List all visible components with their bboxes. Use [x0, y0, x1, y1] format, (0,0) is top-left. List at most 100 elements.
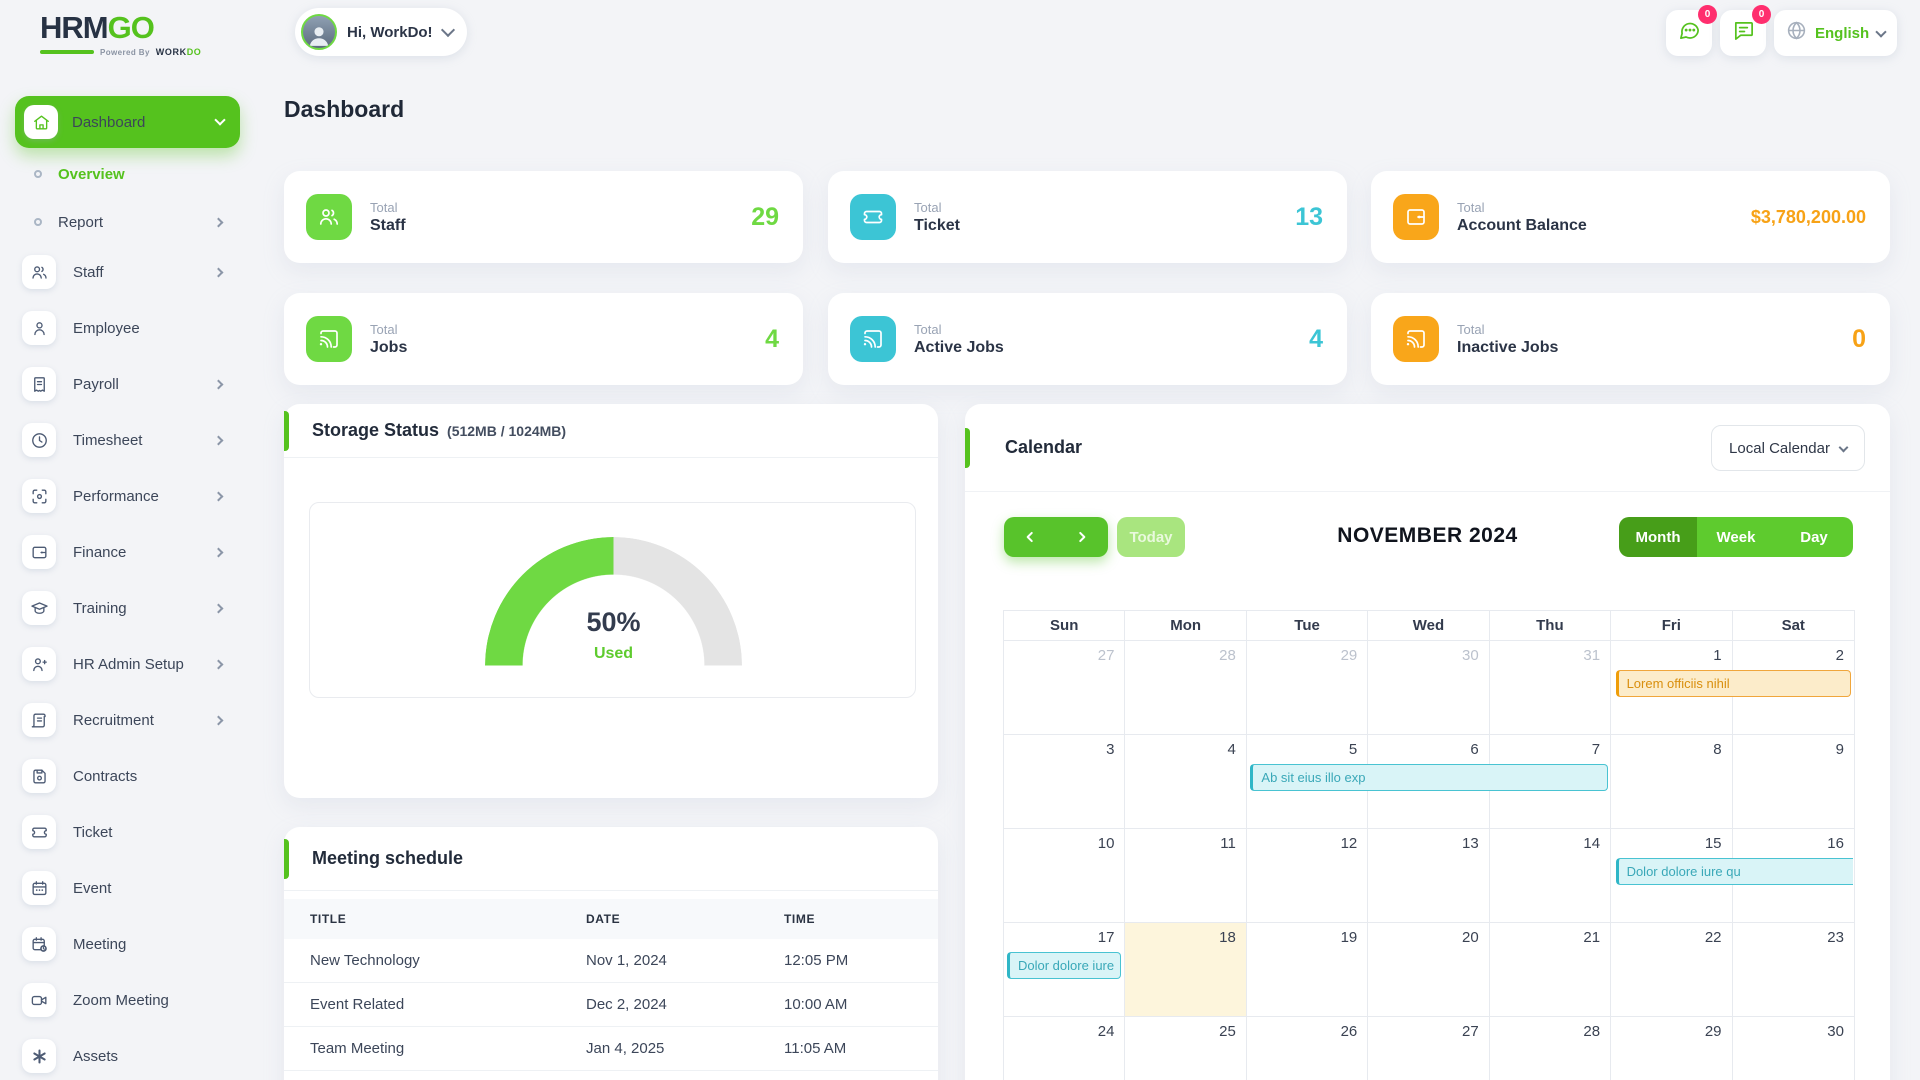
- stat-card-prefix: Total: [370, 200, 406, 215]
- calendar-day-cell[interactable]: 25: [1125, 1017, 1246, 1080]
- sidebar-item-overview[interactable]: Overview: [0, 164, 250, 184]
- sidebar-item-training[interactable]: Training: [0, 591, 250, 625]
- calendar-day-cell[interactable]: 11: [1125, 829, 1246, 923]
- stat-card-text: TotalStaff: [370, 200, 406, 235]
- meeting-title: Meeting schedule: [312, 848, 463, 869]
- stat-card-text: TotalJobs: [370, 322, 407, 357]
- calendar-day-cell[interactable]: 12: [1247, 829, 1368, 923]
- calendar-grid: SunMonTueWedThuFriSat2728293031123456789…: [1003, 610, 1855, 1080]
- zoom-meeting-icon: [22, 983, 56, 1017]
- stat-card-label: Account Balance: [1457, 217, 1587, 235]
- chevron-right-icon: [214, 491, 224, 501]
- sidebar-item-label: Performance: [73, 488, 159, 505]
- calendar-title: Calendar: [1005, 437, 1082, 458]
- sidebar-item-finance[interactable]: Finance: [0, 535, 250, 569]
- recruitment-icon: [22, 703, 56, 737]
- sidebar-item-label: Assets: [73, 1048, 118, 1065]
- meeting-date-cell: Jan 4, 2025: [586, 1040, 784, 1057]
- view-button-week[interactable]: Week: [1697, 517, 1775, 557]
- sidebar-item-hr-admin-setup[interactable]: HR Admin Setup: [0, 647, 250, 681]
- calendar-day-cell[interactable]: 28: [1125, 641, 1246, 735]
- calendar-day-cell[interactable]: 19: [1247, 923, 1368, 1017]
- sidebar-item-assets[interactable]: Assets: [0, 1039, 250, 1073]
- chevron-right-icon: [214, 715, 224, 725]
- sidebar-item-employee[interactable]: Employee: [0, 311, 250, 345]
- calendar-day-cell[interactable]: 29: [1611, 1017, 1732, 1080]
- payroll-icon: [22, 367, 56, 401]
- calendar-day-cell[interactable]: 30: [1368, 641, 1489, 735]
- calendar-day-cell[interactable]: 29: [1247, 641, 1368, 735]
- meeting-table-header: TITLEDATETIME: [284, 899, 938, 939]
- greeting-label: Hi, WorkDo!: [347, 24, 433, 41]
- calendar-event[interactable]: Lorem officiis nihil: [1616, 670, 1851, 697]
- messenger-button[interactable]: 0: [1666, 10, 1712, 56]
- training-icon: [22, 591, 56, 625]
- calendar-day-cell[interactable]: 26: [1247, 1017, 1368, 1080]
- language-selector[interactable]: English: [1774, 10, 1897, 56]
- chevron-down-icon: [1839, 442, 1849, 452]
- view-button-day[interactable]: Day: [1775, 517, 1853, 557]
- stat-card-value: 4: [1309, 325, 1323, 354]
- sidebar-item-contracts[interactable]: Contracts: [0, 759, 250, 793]
- sidebar-item-label: Staff: [73, 264, 104, 281]
- calendar-event[interactable]: Dolor dolore iure qu: [1616, 858, 1853, 885]
- sidebar-item-payroll[interactable]: Payroll: [0, 367, 250, 401]
- calendar-day-cell[interactable]: 10: [1004, 829, 1125, 923]
- calendar-day-cell[interactable]: 3: [1004, 735, 1125, 829]
- calendar-day-cell[interactable]: 31: [1490, 641, 1611, 735]
- chevron-right-icon: [214, 379, 224, 389]
- sidebar-item-dashboard[interactable]: Dashboard: [15, 96, 240, 148]
- user-menu[interactable]: Hi, WorkDo!: [295, 8, 467, 56]
- sidebar-item-label: Meeting: [73, 936, 126, 953]
- sidebar-item-label: Employee: [73, 320, 140, 337]
- day-header-thu: Thu: [1490, 611, 1611, 641]
- calendar-day-cell[interactable]: 8: [1611, 735, 1732, 829]
- calendar-day-cell[interactable]: 27: [1004, 641, 1125, 735]
- view-button-month[interactable]: Month: [1619, 517, 1697, 557]
- calendar-day-cell[interactable]: 24: [1004, 1017, 1125, 1080]
- calendar-day-cell[interactable]: 23: [1733, 923, 1854, 1017]
- calendar-event[interactable]: Dolor dolore iure: [1007, 952, 1121, 979]
- sidebar-item-zoom-meeting[interactable]: Zoom Meeting: [0, 983, 250, 1017]
- day-header-sun: Sun: [1004, 611, 1125, 641]
- sidebar-item-performance[interactable]: Performance: [0, 479, 250, 513]
- notifications-badge: 0: [1752, 5, 1771, 24]
- calendar-day-cell[interactable]: 4: [1125, 735, 1246, 829]
- sidebar-item-meeting[interactable]: Meeting: [0, 927, 250, 961]
- sidebar-item-report[interactable]: Report: [0, 212, 250, 232]
- meeting-title-cell: New Technology: [284, 952, 586, 969]
- calendar-day-cell[interactable]: 28: [1490, 1017, 1611, 1080]
- storage-gauge-panel: 50% Used: [309, 502, 916, 698]
- notifications-button[interactable]: 0: [1720, 10, 1766, 56]
- stat-card-label: Active Jobs: [914, 339, 1004, 357]
- stat-card-value: 0: [1852, 325, 1866, 354]
- sidebar-item-timesheet[interactable]: Timesheet: [0, 423, 250, 457]
- calendar-day-cell[interactable]: 13: [1368, 829, 1489, 923]
- contracts-icon: [22, 759, 56, 793]
- calendar-day-cell[interactable]: 9: [1733, 735, 1854, 829]
- calendar-day-cell[interactable]: 20: [1368, 923, 1489, 1017]
- calendar-day-cell[interactable]: 18: [1125, 923, 1246, 1017]
- calendar-day-cell[interactable]: 14: [1490, 829, 1611, 923]
- sidebar-item-recruitment[interactable]: Recruitment: [0, 703, 250, 737]
- calendar-day-cell[interactable]: 21: [1490, 923, 1611, 1017]
- calendar-card: Calendar Local Calendar Today NOVEMBER 2…: [965, 404, 1890, 1080]
- calendar-day-cell[interactable]: 22: [1611, 923, 1732, 1017]
- calendar-day-cell[interactable]: 30: [1733, 1017, 1854, 1080]
- day-header-fri: Fri: [1611, 611, 1732, 641]
- language-label: English: [1815, 25, 1869, 42]
- sidebar-item-label: Finance: [73, 544, 126, 561]
- calendar-event[interactable]: Ab sit eius illo exp: [1250, 764, 1607, 791]
- sidebar-item-event[interactable]: Event: [0, 871, 250, 905]
- calendar-day-cell[interactable]: 27: [1368, 1017, 1489, 1080]
- column-header: TIME: [784, 912, 938, 926]
- sidebar-item-ticket[interactable]: Ticket: [0, 815, 250, 849]
- meeting-date-cell: Nov 1, 2024: [586, 952, 784, 969]
- stat-card-jobs: TotalJobs4: [284, 293, 803, 385]
- calendar-source-select[interactable]: Local Calendar: [1711, 425, 1865, 471]
- sidebar-item-staff[interactable]: Staff: [0, 255, 250, 289]
- storage-capacity: (512MB / 1024MB): [447, 423, 566, 439]
- sidebar-item-label: Timesheet: [73, 432, 142, 449]
- calendar-source-value: Local Calendar: [1729, 440, 1830, 457]
- stat-card-value: 29: [751, 203, 779, 232]
